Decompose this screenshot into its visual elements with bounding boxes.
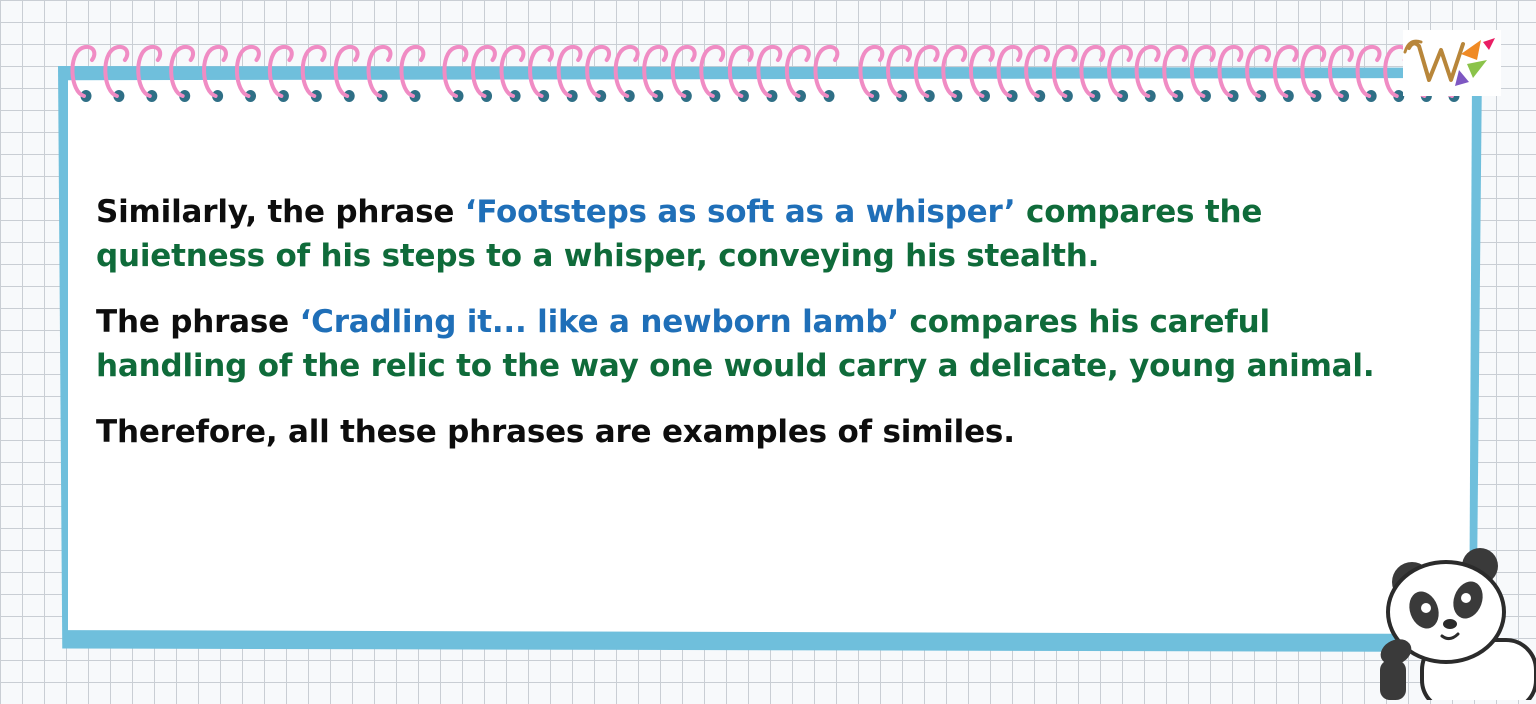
spiral-ring <box>813 45 840 98</box>
spiral-ring <box>499 45 526 98</box>
spiral-ring <box>1134 45 1161 98</box>
spiral-ring <box>300 45 327 98</box>
paragraph-cradling: The phrase ‘Cradling it... like a newbor… <box>96 300 1396 388</box>
spiral-ring <box>756 45 783 98</box>
paragraph-footsteps: Similarly, the phrase ‘Footsteps as soft… <box>96 190 1396 278</box>
quoted-phrase: ‘Cradling it... like a newborn lamb’ <box>299 304 900 340</box>
spiral-ring <box>70 45 97 98</box>
spiral-ring <box>556 45 583 98</box>
brand-logo-icon <box>1403 30 1501 96</box>
spiral-ring <box>968 45 995 98</box>
spiral-ring <box>941 45 968 98</box>
spiral-ring <box>136 45 163 98</box>
spiral-ring <box>1051 45 1078 98</box>
spiral-ring <box>399 45 426 98</box>
spiral-ring <box>1107 45 1133 98</box>
spiral-ring <box>1272 45 1299 98</box>
spiral-ring <box>670 45 697 98</box>
spiral-ring <box>267 45 294 98</box>
spiral-ring <box>202 45 228 98</box>
content-area: Similarly, the phrase ‘Footsteps as soft… <box>96 190 1396 476</box>
spiral-ring <box>1245 45 1272 98</box>
spiral-ring <box>699 45 726 98</box>
spiral-ring <box>103 45 130 98</box>
spiral-ring <box>1079 45 1106 98</box>
spiral-ring <box>996 45 1023 98</box>
spiral-ring <box>471 45 497 98</box>
spiral-ring <box>1162 45 1189 98</box>
panda-mascot-icon <box>1372 540 1536 704</box>
spiral-ring <box>858 45 885 98</box>
spiral-ring <box>886 45 912 98</box>
spiral-ring <box>366 45 393 98</box>
spiral-ring <box>585 45 612 98</box>
spiral-ring <box>784 45 811 98</box>
spiral-ring <box>169 45 196 98</box>
spiral-ring <box>1024 45 1051 98</box>
spiral-ring <box>913 45 940 98</box>
paragraph-lead: The phrase <box>96 304 300 340</box>
spiral-ring <box>1189 45 1216 98</box>
spiral-ring <box>1217 45 1244 98</box>
spiral-ring <box>333 45 360 98</box>
quoted-phrase: ‘Footsteps as soft as a whisper’ <box>464 194 1016 230</box>
spiral-ring <box>642 45 669 98</box>
paragraph-conclusion: Therefore, all these phrases are example… <box>96 414 1015 450</box>
spiral-binding <box>70 45 1465 102</box>
paragraph-lead: Similarly, the phrase <box>96 194 465 230</box>
spiral-ring <box>613 45 640 98</box>
spiral-ring <box>727 45 754 98</box>
spiral-ring <box>234 45 261 98</box>
spiral-ring <box>442 45 469 98</box>
spiral-ring <box>528 45 554 98</box>
spiral-ring <box>1327 45 1354 98</box>
spiral-ring <box>1300 45 1327 98</box>
spiral-ring <box>1355 45 1382 98</box>
